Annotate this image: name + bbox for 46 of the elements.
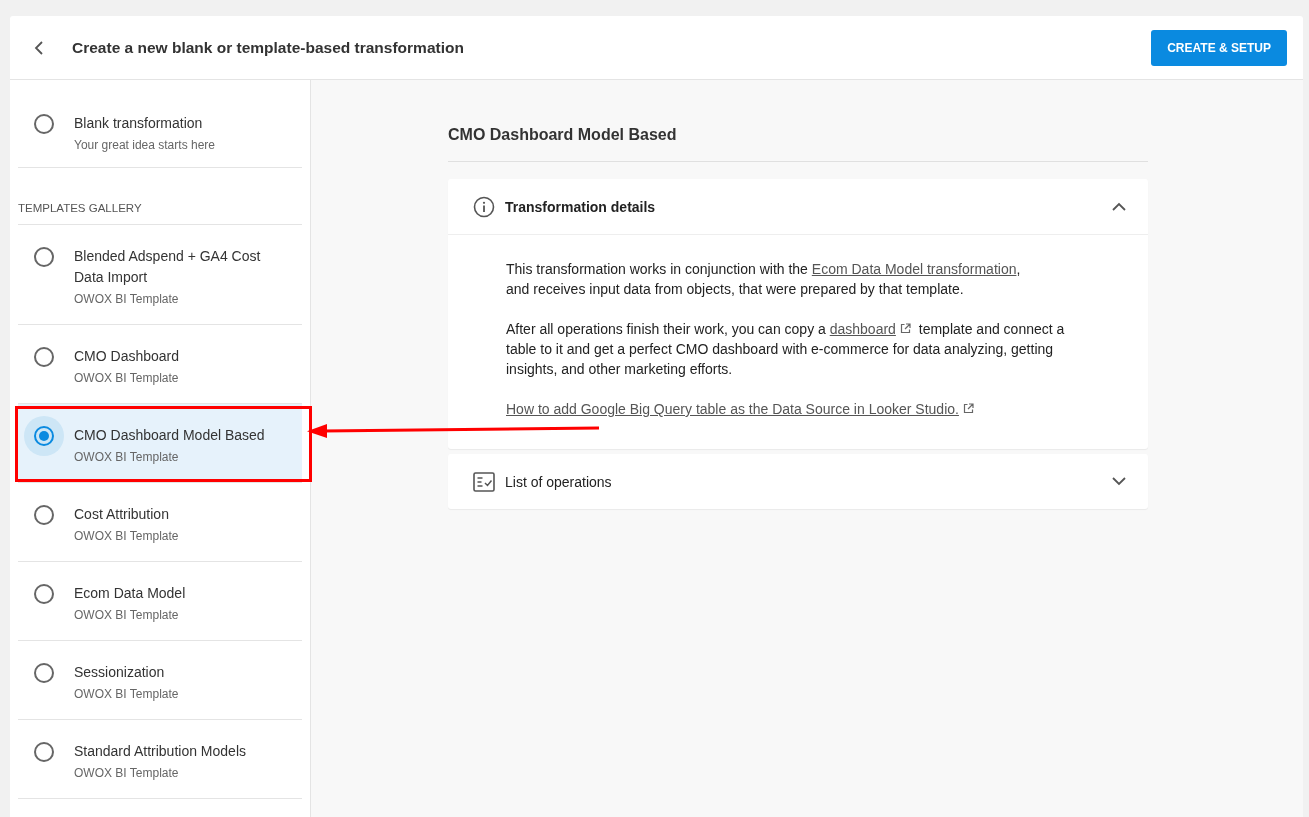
checklist-icon	[473, 471, 495, 492]
template-option[interactable]: Ecom Data Model OWOX BI Template	[18, 562, 302, 641]
option-subtitle: OWOX BI Template	[74, 687, 179, 701]
option-subtitle: Your great idea starts here	[74, 138, 215, 152]
radio-button[interactable]	[34, 663, 54, 683]
radio-button[interactable]	[34, 742, 54, 762]
option-title: Sessionization	[74, 663, 166, 682]
radio-button[interactable]	[34, 505, 54, 525]
option-title: CMO Dashboard	[74, 347, 180, 366]
option-subtitle: OWOX BI Template	[74, 529, 179, 543]
option-title: Cost Attribution	[74, 505, 170, 524]
blank-option[interactable]: Blank transformation Your great idea starts here	[18, 100, 302, 168]
text-link[interactable]: How to add Google Big Query table as the Data Source in Looker Studio.	[506, 401, 959, 417]
description-paragraph: This transformation works in conjunction with the Ecom Data Model transformation, and receives input data from objects, that were prepared by that template.	[506, 260, 1022, 299]
radio-button[interactable]	[34, 584, 54, 604]
option-title: Blank transformation	[74, 114, 204, 133]
option-title: Blended Adspend + GA4 Cost Data Import	[74, 247, 262, 287]
page-title: Create a new blank or template-based transformation	[72, 38, 465, 57]
text-link[interactable]: dashboard	[829, 321, 896, 337]
radio-button[interactable]	[34, 247, 54, 267]
option-title: Ecom Data Model	[74, 584, 186, 603]
template-option[interactable]: Standard Attribution Models OWOX BI Template	[18, 720, 302, 799]
option-title: Standard Attribution Models	[74, 742, 246, 761]
description-paragraph: After all operations finish their work, you can copy a dashboard template and connect a table to it and get a perfect CMO dashboard with e-commerce for data analyzing, getting insights, and other marketing efforts.	[506, 320, 1066, 379]
template-title: CMO Dashboard Model Based	[448, 126, 1148, 162]
template-option[interactable]: Sessionization OWOX BI Template	[18, 641, 302, 720]
radio-button[interactable]	[34, 347, 54, 367]
template-option[interactable]: Cost Attribution OWOX BI Template	[18, 483, 302, 562]
accordion-header[interactable]: Transformation details	[448, 179, 1148, 234]
option-subtitle: OWOX BI Template	[74, 450, 180, 464]
info-icon	[473, 195, 495, 218]
chevron-left-icon	[34, 40, 44, 55]
create-setup-button[interactable]: CREATE & SETUP	[1151, 29, 1287, 66]
option-subtitle: OWOX BI Template	[74, 766, 180, 780]
option-title: CMO Dashboard Model Based	[74, 426, 265, 445]
accordion-title: Transformation details	[505, 198, 657, 215]
accordion-title: List of operations	[505, 473, 613, 490]
external-link-icon	[962, 403, 974, 414]
template-option[interactable]: Blended Adspend + GA4 Cost Data Import OWOX BI Template	[18, 225, 302, 325]
option-subtitle: OWOX BI Template	[74, 608, 180, 622]
section-heading: TEMPLATES GALLERY	[18, 198, 302, 225]
accordion-header[interactable]: List of operations	[448, 454, 1148, 509]
external-link-icon	[899, 323, 911, 334]
radio-button[interactable]	[34, 114, 54, 134]
option-subtitle: OWOX BI Template	[74, 292, 180, 306]
option-subtitle: OWOX BI Template	[74, 371, 180, 385]
